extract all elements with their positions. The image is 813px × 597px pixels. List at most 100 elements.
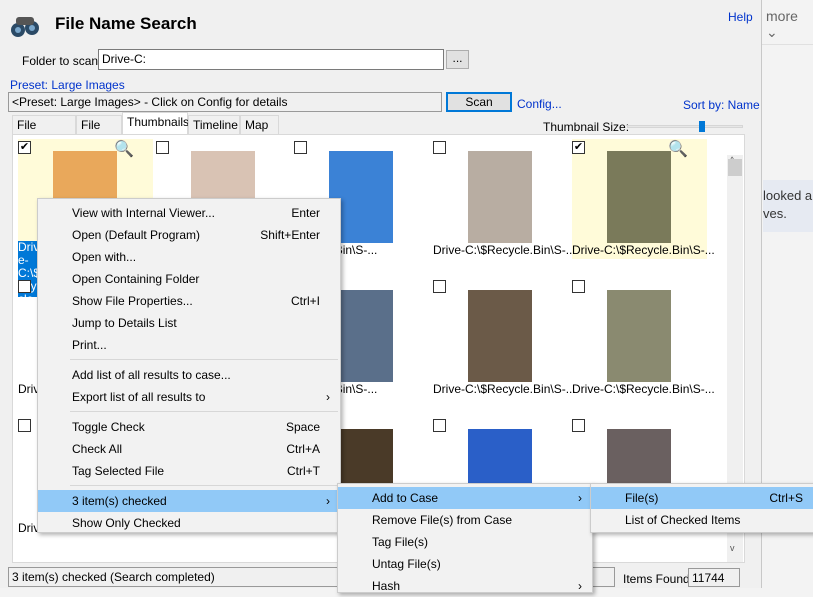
config-link[interactable]: Config...	[517, 97, 562, 111]
menu-item-label: Export list of all results to	[72, 390, 206, 404]
background-text-1: looked a	[763, 188, 813, 203]
menu-separator	[70, 485, 338, 486]
background-message: looked a ves.	[763, 180, 813, 232]
menu-shortcut: Ctrl+I	[290, 294, 320, 308]
tab-file-list[interactable]: File List	[76, 115, 122, 146]
menu-item[interactable]: Open (Default Program) Shift+Enter	[38, 224, 340, 246]
menu-shortcut: Space	[285, 420, 320, 434]
thumbnail-checkbox[interactable]	[572, 280, 585, 293]
menu-item-label: Open Containing Folder	[72, 272, 200, 286]
preset-field[interactable]: <Preset: Large Images> - Click on Config…	[8, 92, 442, 112]
menu-item[interactable]: Open with...	[38, 246, 340, 268]
thumbnail-label: Drive-C:\$Recycle.Bin\S-...	[572, 382, 715, 396]
scroll-thumb[interactable]	[728, 159, 742, 176]
browse-button[interactable]: ...	[446, 50, 469, 69]
thumbnail-item[interactable]: Drive-C:\$Recycle.Bin\S-...	[433, 139, 576, 269]
thumbnail-image	[468, 151, 532, 243]
menu-item[interactable]: Show File Properties... Ctrl+I	[38, 290, 340, 312]
thumbnail-checkbox[interactable]	[18, 419, 31, 432]
thumbnail-checkbox[interactable]	[18, 280, 31, 293]
menu-item-label: Add list of all results to case...	[72, 368, 231, 382]
tab-file-details[interactable]: File Details	[12, 115, 76, 146]
menu-separator	[70, 359, 338, 360]
context-menu: View with Internal Viewer... Enter Open (D…	[37, 198, 341, 533]
thumbnail-checkbox[interactable]	[433, 141, 446, 154]
menu-item[interactable]: Check All Ctrl+A	[38, 438, 340, 460]
slider-thumb[interactable]	[699, 121, 705, 132]
page-title: File Name Search	[55, 14, 197, 33]
menu-item[interactable]: Print...	[38, 334, 340, 356]
menu-item[interactable]: Open Containing Folder	[38, 268, 340, 290]
menu-item[interactable]: List of Checked Items	[591, 509, 813, 531]
menu-item[interactable]: Tag File(s)	[338, 531, 592, 553]
chevron-right-icon: ›	[578, 579, 582, 593]
background-divider	[762, 44, 813, 45]
thumbnail-size-label: Thumbnail Size:	[543, 120, 630, 134]
menu-separator	[70, 411, 338, 412]
more-button[interactable]: more ⌄	[766, 8, 813, 41]
thumbnail-label: Drive-C:\$Recycle.Bin\S-...	[433, 382, 576, 396]
thumbnail-checkbox[interactable]: ✔	[572, 141, 585, 154]
menu-item[interactable]: Tag Selected File Ctrl+T	[38, 460, 340, 482]
thumbnail-image	[607, 151, 671, 243]
add-to-case-submenu: File(s) Ctrl+S List of Checked Items	[590, 483, 813, 533]
scroll-down-icon[interactable]: v	[730, 543, 735, 553]
thumbnail-item[interactable]: Drive-C:\$Recycle.Bin\S-...	[433, 278, 576, 408]
thumbnail-item[interactable]: Drive-C:\$Recycle.Bin\S-...	[572, 278, 715, 408]
scan-button[interactable]: Scan	[446, 92, 512, 112]
thumbnail-checkbox[interactable]	[156, 141, 169, 154]
menu-item[interactable]: Jump to Details List	[38, 312, 340, 334]
thumbnail-size-slider[interactable]	[627, 115, 743, 133]
menu-item[interactable]: Export list of all results to ›	[38, 386, 340, 408]
tab-timeline[interactable]: Timeline	[188, 115, 240, 134]
folder-input[interactable]: Drive-C:	[98, 49, 444, 70]
menu-item[interactable]: Toggle Check Space	[38, 416, 340, 438]
thumbnail-checkbox[interactable]	[433, 419, 446, 432]
thumbnail-checkbox[interactable]	[433, 280, 446, 293]
menu-item[interactable]: File(s) Ctrl+S	[591, 487, 813, 509]
menu-item-label: Untag File(s)	[372, 557, 441, 571]
thumbnail-checkbox[interactable]	[294, 141, 307, 154]
thumbnail-label: Drive-C:\$Recycle.Bin\S-...	[433, 243, 576, 257]
tab-thumbnails[interactable]: Thumbnails	[122, 112, 189, 134]
menu-shortcut: Ctrl+A	[286, 442, 320, 456]
menu-item-label: Add to Case	[372, 491, 439, 505]
magnifier-icon[interactable]: 🔍	[668, 139, 688, 159]
menu-item[interactable]: Show Only Checked	[38, 512, 340, 534]
more-label: more	[766, 8, 798, 24]
menu-item[interactable]: 3 item(s) checked ›	[38, 490, 340, 512]
background-text-2: ves.	[763, 206, 787, 221]
binoculars-icon	[8, 14, 42, 38]
menu-item[interactable]: Remove File(s) from Case	[338, 509, 592, 531]
menu-item[interactable]: Add list of all results to case...	[38, 364, 340, 386]
sort-by-link[interactable]: Sort by: Name	[683, 98, 760, 112]
menu-item-label: Toggle Check	[72, 420, 145, 434]
thumbnail-label: Drive-C:\$Recycle.Bin\S-...	[572, 243, 715, 257]
menu-item-label: Show Only Checked	[72, 516, 181, 530]
menu-item[interactable]: Untag File(s)	[338, 553, 592, 575]
thumbnail-item[interactable]: ✔ 🔍 Drive-C:\$Recycle.Bin\S-...	[572, 139, 715, 269]
menu-shortcut: Ctrl+S	[769, 491, 803, 505]
thumbnail-checkbox[interactable]: ✔	[18, 141, 31, 154]
menu-item-label: Hash	[372, 579, 401, 593]
thumbnail-image	[607, 290, 671, 382]
menu-shortcut: Enter	[291, 206, 320, 220]
menu-item-label: Remove File(s) from Case	[372, 513, 513, 527]
menu-item-label: Print...	[72, 338, 107, 352]
tab-map[interactable]: Map	[240, 115, 279, 134]
menu-item[interactable]: View with Internal Viewer... Enter	[38, 202, 340, 224]
menu-item[interactable]: Hash ›	[338, 575, 592, 597]
chevron-right-icon: ›	[326, 390, 330, 404]
magnifier-icon[interactable]: 🔍	[114, 139, 134, 159]
help-link[interactable]: Help	[728, 10, 753, 24]
menu-item-label: View with Internal Viewer...	[72, 206, 215, 220]
items-found-label: Items Found:	[623, 572, 694, 586]
menu-item[interactable]: Add to Case ›	[338, 487, 592, 509]
chevron-right-icon: ›	[326, 494, 330, 508]
menu-item-label: Show File Properties...	[72, 294, 193, 308]
menu-item-label: Jump to Details List	[72, 316, 177, 330]
menu-item-label: List of Checked Items	[625, 513, 741, 527]
preset-link[interactable]: Preset: Large Images	[10, 78, 125, 92]
menu-item-label: 3 item(s) checked	[72, 494, 167, 508]
thumbnail-checkbox[interactable]	[572, 419, 585, 432]
